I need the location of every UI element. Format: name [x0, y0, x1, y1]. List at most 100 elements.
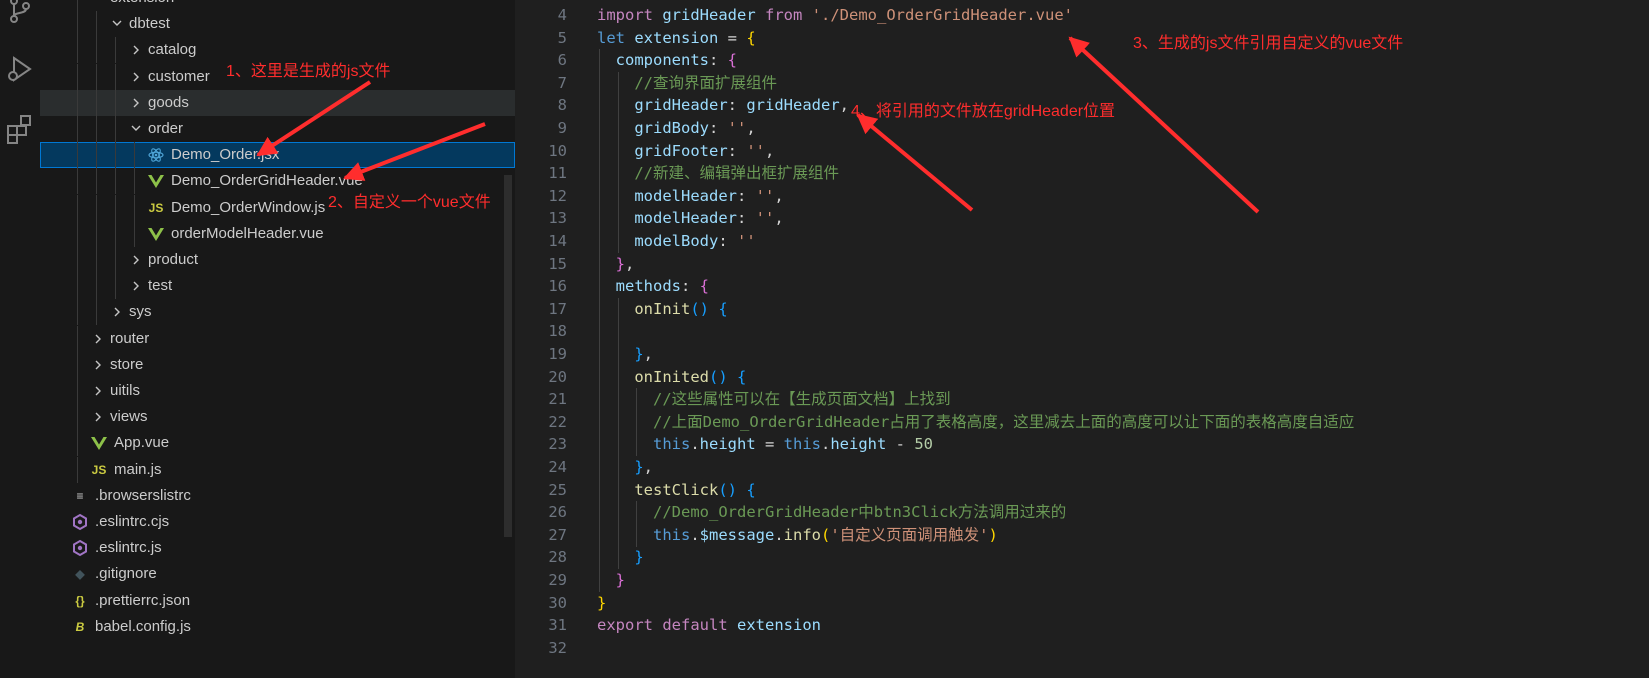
- tree-file[interactable]: .eslintrc.cjs: [40, 509, 515, 535]
- chevron-right-icon[interactable]: [90, 326, 106, 352]
- run-debug-icon[interactable]: [4, 53, 36, 85]
- chevron-right-icon[interactable]: [90, 378, 106, 404]
- chevron-right-icon[interactable]: [90, 404, 106, 430]
- code-token: ,: [625, 254, 635, 273]
- line-number: 31: [548, 616, 567, 635]
- tree-file[interactable]: {} .prettierrc.json: [40, 588, 515, 614]
- tree-folder[interactable]: product: [40, 247, 515, 273]
- code-token: ,: [839, 96, 849, 115]
- code-token: .: [821, 435, 831, 454]
- code-text: import gridHeader from './Demo_OrderGrid…: [597, 4, 1073, 27]
- tree-folder[interactable]: router: [40, 325, 515, 352]
- code-token: gridFooter: [634, 141, 728, 160]
- code-token: ,: [746, 119, 756, 137]
- code-token: {: [718, 299, 728, 318]
- indent-guide: [115, 194, 116, 221]
- line-number: 19: [548, 345, 567, 363]
- chevron-right-icon[interactable]: [128, 37, 144, 63]
- sidebar-scrollbar[interactable]: [504, 175, 512, 537]
- vue-icon: [147, 168, 165, 194]
- tree-file[interactable]: JS main.js: [40, 456, 515, 483]
- code-token: {: [746, 28, 756, 47]
- indent-guide: [96, 37, 97, 64]
- tree-file[interactable]: Demo_Order.jsx: [40, 142, 515, 169]
- code-token: //Demo_OrderGridHeader中btn3Click方法调用过来的: [653, 503, 1067, 522]
- tree-file[interactable]: ◆ .gitignore: [40, 561, 515, 587]
- tree-folder[interactable]: dbtest: [40, 11, 515, 38]
- tree-file[interactable]: App.vue: [40, 430, 515, 457]
- chevron-down-icon[interactable]: [109, 11, 125, 37]
- tree-folder[interactable]: uitils: [40, 378, 515, 404]
- tree-item-label: .gitignore: [95, 565, 157, 583]
- tree-folder[interactable]: goods: [40, 89, 515, 116]
- js-icon: JS: [91, 462, 107, 477]
- indent-guide: [115, 247, 116, 273]
- line-number: 17: [548, 299, 567, 318]
- indent-guide: [96, 11, 97, 38]
- chevron-down-icon[interactable]: [90, 0, 106, 11]
- babel-icon: B: [75, 619, 85, 634]
- tree-file[interactable]: .eslintrc.js: [40, 535, 515, 561]
- indent-guide: [77, 37, 78, 64]
- extensions-icon[interactable]: [4, 112, 36, 144]
- code-token: $message: [699, 525, 775, 544]
- code-text: modelHeader: '',: [597, 207, 783, 230]
- code-text: methods: {: [597, 275, 709, 298]
- tree-folder[interactable]: views: [40, 404, 515, 431]
- tree-file[interactable]: orderModelHeader.vue: [40, 220, 515, 247]
- code-token: }: [634, 345, 644, 363]
- indent-guide: [115, 37, 116, 64]
- chevron-down-icon[interactable]: [128, 116, 144, 142]
- code-token: {: [727, 51, 738, 70]
- code-token: modelHeader: [634, 186, 737, 205]
- code-line: 10 gridFooter: '',: [515, 139, 1649, 163]
- tree-folder[interactable]: test: [40, 273, 515, 300]
- chevron-right-icon[interactable]: [128, 90, 144, 116]
- code-token: }: [615, 254, 626, 273]
- chevron-right-icon[interactable]: [109, 299, 125, 325]
- annotation-2: 2、自定义一个vue文件: [328, 194, 491, 211]
- tree-item-label: .eslintrc.cjs: [95, 513, 170, 530]
- indent-guide: [115, 89, 116, 116]
- indent-guide: [77, 325, 78, 352]
- code-text: let extension = {: [597, 27, 756, 50]
- chevron-right-icon[interactable]: [90, 352, 106, 378]
- tree-folder[interactable]: sys: [40, 299, 515, 326]
- tree-item-label: .prettierrc.json: [95, 591, 191, 609]
- line-number: 14: [548, 232, 567, 250]
- js-icon: JS: [148, 200, 164, 215]
- source-control-icon[interactable]: [4, 0, 36, 26]
- chevron-right-icon[interactable]: [128, 247, 144, 273]
- tree-item-label: order: [148, 120, 184, 137]
- code-token: height: [699, 435, 756, 454]
- code-token: extension: [737, 616, 822, 635]
- code-token: ): [988, 525, 998, 544]
- code-token: info: [783, 525, 821, 544]
- tree-folder[interactable]: store: [40, 351, 515, 378]
- annotation-3: 3、生成的js文件引用自定义的vue文件: [1133, 35, 1404, 52]
- chevron-right-icon[interactable]: [128, 273, 144, 299]
- tree-file[interactable]: ≡ .browserslistrc: [40, 483, 515, 509]
- chevron-right-icon[interactable]: [128, 64, 144, 90]
- eslint-icon: [71, 535, 89, 561]
- line-number: 25: [548, 480, 567, 499]
- tree-file[interactable]: Bbabel.config.js: [40, 614, 515, 640]
- indent-guide: [617, 320, 619, 344]
- code-line: 29 }: [515, 569, 1649, 592]
- code-token: components: [615, 51, 709, 70]
- code-token: extension: [634, 28, 719, 47]
- tree-item-label: .browserslistrc: [95, 486, 191, 504]
- tree-folder[interactable]: extension: [40, 0, 515, 11]
- indent-guide: [96, 168, 97, 195]
- tree-folder[interactable]: order: [40, 116, 515, 142]
- code-line: 7 //查询界面扩展组件: [515, 71, 1649, 95]
